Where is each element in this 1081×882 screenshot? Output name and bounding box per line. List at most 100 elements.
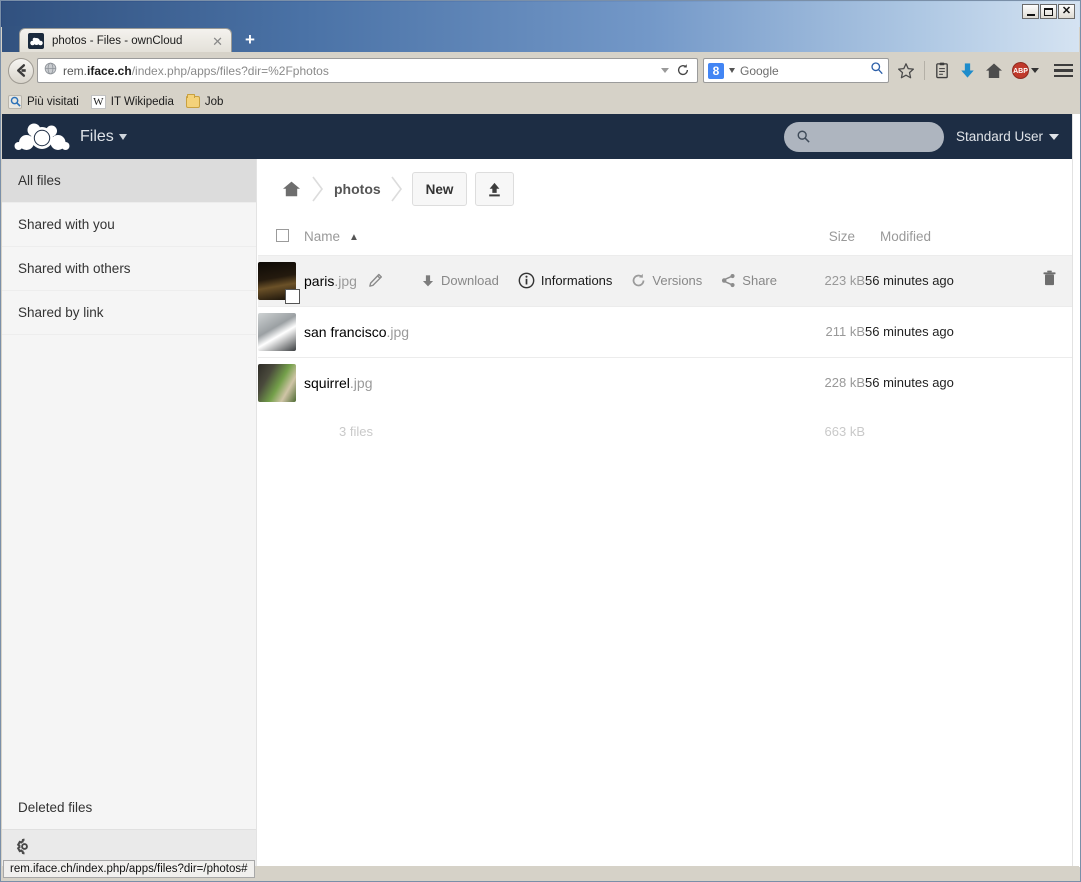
app-name-menu[interactable]: Files — [80, 128, 127, 146]
search-bar[interactable]: 8 Google — [703, 58, 889, 83]
file-modified: 56 minutes ago — [865, 356, 1025, 408]
search-icon — [797, 130, 810, 143]
file-list-body: paris.jpg Download Informations Versions… — [258, 254, 1073, 454]
folder-icon — [185, 93, 200, 108]
bookmark-star-icon[interactable] — [897, 62, 915, 80]
breadcrumb-photos[interactable]: photos — [329, 181, 386, 197]
file-modified: 56 minutes ago — [865, 254, 1025, 306]
sidebar: All files Shared with you Shared with ot… — [2, 159, 257, 867]
file-name-link[interactable]: paris.jpg — [304, 273, 357, 289]
new-button[interactable]: New — [411, 172, 468, 206]
file-name-link[interactable]: squirrel.jpg — [304, 375, 372, 391]
chevron-down-icon[interactable] — [1031, 68, 1039, 73]
informations-label: Informations — [540, 273, 613, 288]
address-bar-controls — [661, 63, 693, 79]
row-checkbox[interactable] — [285, 288, 300, 304]
bookmark-most-visited[interactable]: Più visitati — [8, 94, 79, 109]
sidebar-item-label: Shared with others — [18, 261, 131, 276]
close-window-button[interactable]: ✕ — [1058, 4, 1075, 19]
url-path: /index.php/apps/files?dir=%2Fphotos — [131, 63, 329, 78]
download-action[interactable]: Download — [421, 273, 499, 288]
summary-file-count: 3 files — [339, 423, 373, 439]
select-all-cell — [258, 219, 304, 255]
table-row[interactable]: squirrel.jpg 228 kB 56 minutes ago — [258, 356, 1073, 408]
reader-list-icon[interactable] — [934, 62, 950, 79]
home-icon[interactable] — [985, 62, 1003, 79]
column-header-modified[interactable]: Modified — [865, 219, 1025, 255]
delete-cell — [1025, 254, 1073, 306]
column-header-size[interactable]: Size — [787, 219, 865, 255]
back-arrow-icon[interactable] — [8, 57, 34, 84]
new-tab-button[interactable]: + — [242, 31, 258, 49]
summary-spacer — [1025, 408, 1073, 454]
table-header-row: Name ▲ Size Modified — [258, 219, 1073, 255]
owncloud-icon — [28, 33, 44, 49]
bookmark-label: Più visitati — [27, 95, 79, 108]
file-extension: .jpg — [334, 272, 357, 289]
window-controls: ✕ — [1022, 4, 1075, 19]
file-thumbnail-san-francisco[interactable] — [258, 312, 296, 351]
share-action[interactable]: Share — [721, 273, 777, 288]
page-scrollbar[interactable] — [1072, 114, 1080, 867]
sidebar-item-deleted-files[interactable]: Deleted files — [2, 785, 256, 829]
table-row[interactable]: paris.jpg Download Informations Versions… — [258, 254, 1073, 306]
summary-total-size: 663 kB — [824, 423, 865, 439]
select-all-checkbox[interactable] — [276, 228, 289, 242]
tab-photos-files-owncloud[interactable]: photos - Files - ownCloud ✕ — [19, 28, 232, 53]
file-name-cell: paris.jpg Download Informations Versions… — [304, 254, 787, 306]
navigation-toolbar: rem.iface.ch/index.php/apps/files?dir=%2… — [2, 52, 1079, 89]
adblock-plus-icon[interactable]: ABP — [1012, 62, 1039, 79]
close-icon[interactable]: ✕ — [212, 35, 223, 48]
search-input[interactable] — [783, 121, 944, 152]
chevron-down-icon[interactable] — [661, 68, 669, 73]
bookmark-job[interactable]: Job — [185, 93, 223, 108]
user-menu[interactable]: Standard User — [956, 129, 1059, 144]
toolbar-separator — [924, 61, 925, 80]
breadcrumb-home[interactable] — [276, 180, 307, 198]
file-name-link[interactable]: san francisco.jpg — [304, 324, 409, 340]
sidebar-item-shared-with-others[interactable]: Shared with others — [2, 247, 256, 291]
upload-button[interactable] — [475, 172, 515, 206]
most-visited-icon — [8, 94, 22, 109]
file-name-and-actions: paris.jpg Download Informations Versions… — [304, 272, 787, 289]
owncloud-cloud-logo[interactable] — [13, 121, 71, 153]
download-arrow-icon[interactable] — [959, 62, 976, 79]
file-basename: squirrel — [304, 374, 350, 391]
file-thumbnail-paris[interactable] — [258, 261, 300, 304]
download-label: Download — [441, 273, 499, 288]
column-header-name[interactable]: Name ▲ — [304, 219, 787, 255]
url-host: iface.ch — [87, 63, 132, 78]
file-thumbnail-cell — [258, 254, 304, 306]
sidebar-bottom: Deleted files — [2, 785, 256, 867]
versions-icon — [633, 273, 645, 287]
versions-action[interactable]: Versions — [631, 273, 702, 288]
address-bar[interactable]: rem.iface.ch/index.php/apps/files?dir=%2… — [37, 58, 698, 83]
search-icon[interactable] — [870, 61, 884, 80]
pencil-icon[interactable] — [368, 273, 383, 288]
menu-hamburger-icon[interactable] — [1054, 63, 1073, 78]
chevron-down-icon[interactable] — [729, 68, 735, 73]
sidebar-item-shared-by-link[interactable]: Shared by link — [2, 291, 256, 335]
maximize-button[interactable] — [1040, 4, 1057, 19]
trash-icon[interactable] — [1042, 270, 1057, 291]
bookmarks-bar: Più visitati W IT Wikipedia Job — [2, 89, 1079, 114]
header-right-group: Standard User — [783, 121, 1073, 152]
share-icon — [722, 273, 735, 288]
table-row[interactable]: san francisco.jpg 211 kB 56 minutes ago — [258, 305, 1073, 357]
sidebar-item-all-files[interactable]: All files — [2, 159, 256, 203]
wikipedia-w-icon: W — [90, 94, 106, 109]
gear-icon — [16, 838, 33, 860]
informations-action[interactable]: Informations — [518, 272, 613, 289]
link-status-tooltip: rem.iface.ch/index.php/apps/files?dir=/p… — [3, 860, 255, 878]
bookmark-it-wikipedia[interactable]: W IT Wikipedia — [90, 94, 174, 109]
summary-spacer — [258, 408, 304, 454]
sidebar-item-label: All files — [18, 173, 61, 188]
sort-ascending-icon: ▲ — [349, 232, 359, 244]
column-header-actions — [1025, 219, 1073, 255]
file-thumbnail-squirrel[interactable] — [258, 363, 296, 402]
sidebar-item-label: Deleted files — [18, 799, 93, 815]
sidebar-item-shared-with-you[interactable]: Shared with you — [2, 203, 256, 247]
minimize-button[interactable] — [1022, 4, 1039, 19]
reload-icon[interactable] — [676, 63, 690, 79]
page-viewport: Files Standard User All files Shared wit… — [2, 114, 1073, 867]
